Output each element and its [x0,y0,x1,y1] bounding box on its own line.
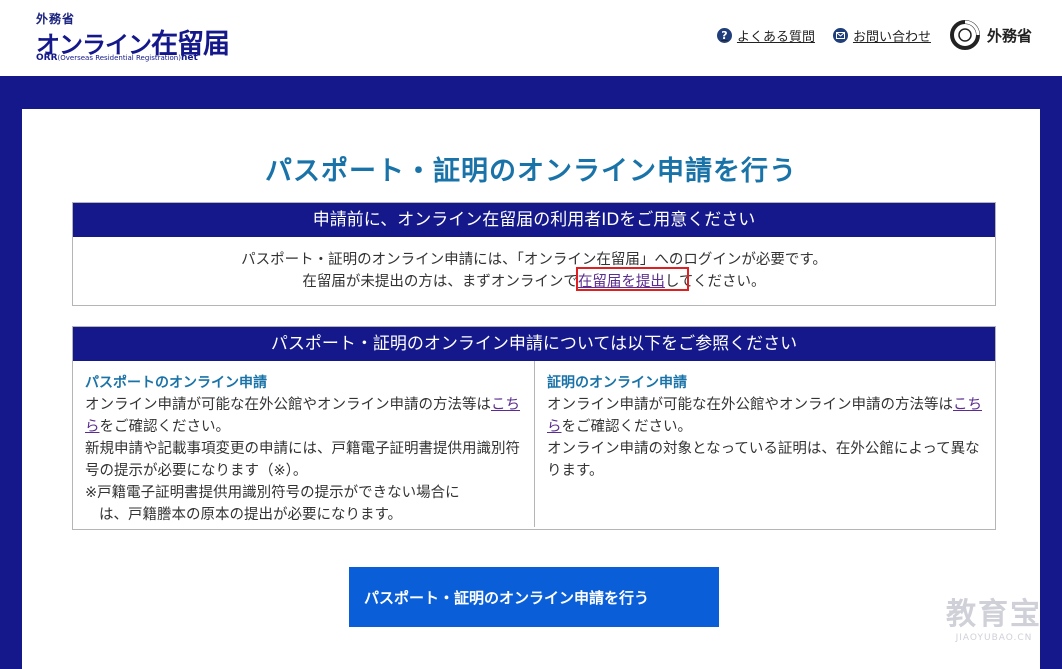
logo-subtitle: ORR(Overseas Residential Registration)ne… [36,53,198,63]
question-circle-icon: ? [716,27,732,43]
faq-link[interactable]: ? よくある質問 [716,26,815,45]
passport-text1: オンライン申請が可能な在外公館やオンライン申請の方法等は [85,397,491,413]
ministry-brand-link[interactable]: 外務省 [949,19,1032,51]
logo-sub-full: (Overseas Residential Registration) [57,54,181,62]
notice-line2-before: 在留届が未提出の方は、まずオンラインで [302,274,578,290]
notice-line1: パスポート・証明のオンライン申請には、「オンライン在留届」へのログインが必要です… [241,252,827,268]
certificate-column: 証明のオンライン申請 オンライン申請が可能な在外公館やオンライン申請の方法等はこ… [534,361,995,527]
passport-text2: をご確認ください。 [99,419,231,435]
notice-heading: 申請前に、オンライン在留届の利用者IDをご用意ください [73,203,995,237]
main-band: パスポート・証明のオンライン申請を行う 申請前に、オンライン在留届の利用者IDを… [0,76,1062,669]
certificate-text1: オンライン申請が可能な在外公館やオンライン申請の方法等は [547,397,953,413]
info-box: パスポート・証明のオンライン申請については以下をご参照ください パスポートのオン… [72,326,996,530]
certificate-title: 証明のオンライン申請 [547,375,687,391]
certificate-text3: オンライン申請の対象となっている証明は、在外公館によって異なります。 [547,441,980,479]
faq-link-label: よくある質問 [736,29,815,45]
ministry-brand-label: 外務省 [986,26,1032,45]
notice-line2: 在留届が未提出の方は、まずオンラインで在留届を提出してください。 [73,271,995,293]
passport-note2: は、戸籍謄本の原本の提出が必要になります。 [99,507,403,523]
notice-box: 申請前に、オンライン在留届の利用者IDをご用意ください パスポート・証明のオンラ… [72,202,996,306]
contact-link[interactable]: お問い合わせ [832,26,931,45]
header-links: ? よくある質問 お問い合わせ 外務省 [716,18,1032,52]
mail-icon [832,27,848,43]
contact-link-label: お問い合わせ [852,29,931,45]
passport-note1: ※戸籍電子証明書提供用識別符号の提示ができない場合に [85,485,460,501]
site-logo[interactable]: 外務省 オンライン在留届 ORR(Overseas Residential Re… [36,8,230,68]
watermark: 教育宝 JIAOYUBAO.CN [946,589,1042,643]
site-header: 外務省 オンライン在留届 ORR(Overseas Residential Re… [0,0,1062,76]
logo-sub-abbr: ORR [36,53,58,63]
certificate-text2: をご確認ください。 [561,419,693,435]
passport-text3: 新規申請や記載事項変更の申請には、戸籍電子証明書提供用識別符号の提示が必要になり… [85,441,520,479]
page-title: パスポート・証明のオンライン申請を行う [265,156,797,187]
info-columns: パスポートのオンライン申請 オンライン申請が可能な在外公館やオンライン申請の方法… [73,361,995,527]
certificate-text: オンライン申請が可能な在外公館やオンライン申請の方法等はこちらをご確認ください。 [547,394,983,438]
ministry-logo-icon [949,20,980,50]
passport-title: パスポートのオンライン申請 [85,375,267,391]
highlight-annotation [576,267,689,291]
passport-text: オンライン申請が可能な在外公館やオンライン申請の方法等はこちらをご確認ください。 [85,394,522,438]
online-application-button[interactable]: パスポート・証明のオンライン申請を行う [349,567,719,627]
info-heading: パスポート・証明のオンライン申請については以下をご参照ください [73,327,995,361]
content-panel: パスポート・証明のオンライン申請を行う 申請前に、オンライン在留届の利用者IDを… [22,109,1040,669]
passport-column: パスポートのオンライン申請 オンライン申請が可能な在外公館やオンライン申請の方法… [73,361,534,527]
notice-body: パスポート・証明のオンライン申請には、「オンライン在留届」へのログインが必要です… [73,237,995,293]
watermark-sub: JIAOYUBAO.CN [955,633,1033,643]
online-application-button-label: パスポート・証明のオンライン申請を行う [364,588,650,607]
logo-sub-tld: net [180,53,198,63]
watermark-main: 教育宝 [946,597,1042,632]
